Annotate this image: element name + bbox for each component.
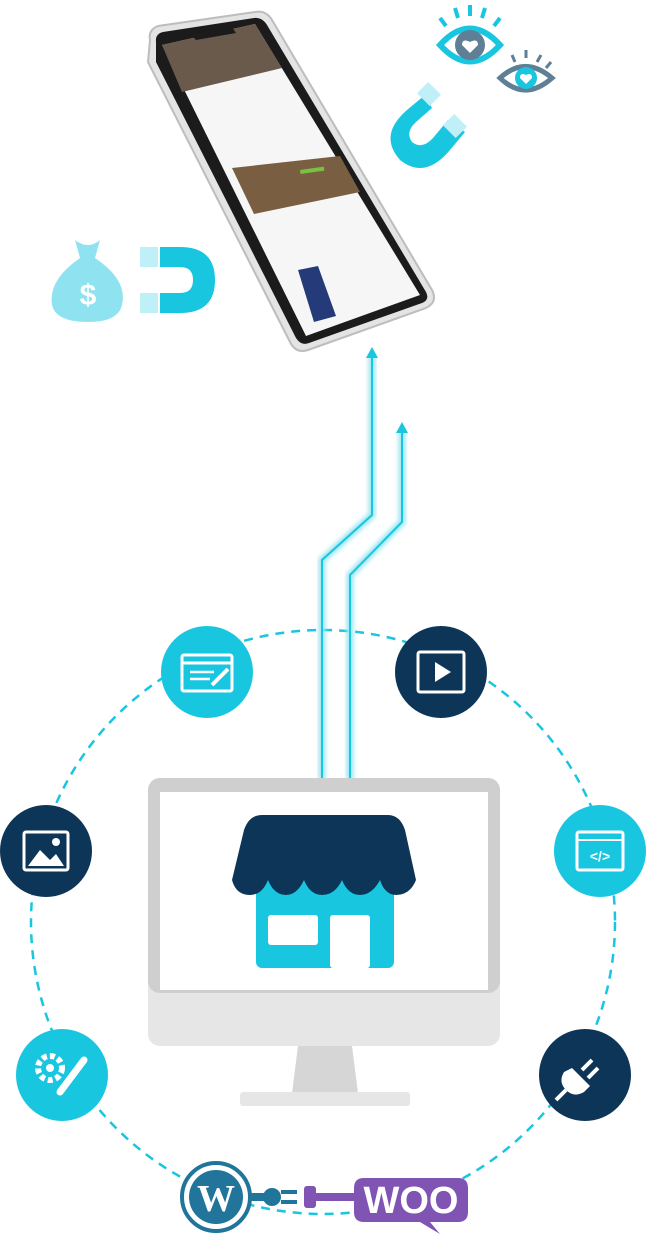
money-bag-icon: $: [51, 240, 123, 322]
store-icon: [232, 815, 416, 968]
woocommerce-logo: WOO: [354, 1178, 468, 1234]
wordpress-logo: W: [180, 1161, 252, 1233]
illustration-canvas: </> W WOO $: [0, 5, 646, 1234]
image-icon: [0, 805, 92, 897]
svg-text:W: W: [197, 1178, 235, 1220]
ecommerce-illustration: </> W WOO $: [0, 0, 648, 1237]
connection-lines: [318, 347, 408, 780]
svg-text:WOO: WOO: [364, 1180, 459, 1222]
edit-window-icon: [161, 626, 253, 718]
settings-tools-icon: [16, 1029, 108, 1121]
plug-connector: [250, 1186, 356, 1208]
svg-text:</>: </>: [590, 848, 610, 864]
plug-icon: [539, 1029, 631, 1121]
code-icon: </>: [554, 805, 646, 897]
svg-text:$: $: [80, 279, 97, 312]
magnet-icon-2: [140, 247, 215, 313]
video-play-icon: [395, 626, 487, 718]
magnet-icon: [390, 81, 468, 168]
eye-heart-icon: [435, 5, 556, 93]
